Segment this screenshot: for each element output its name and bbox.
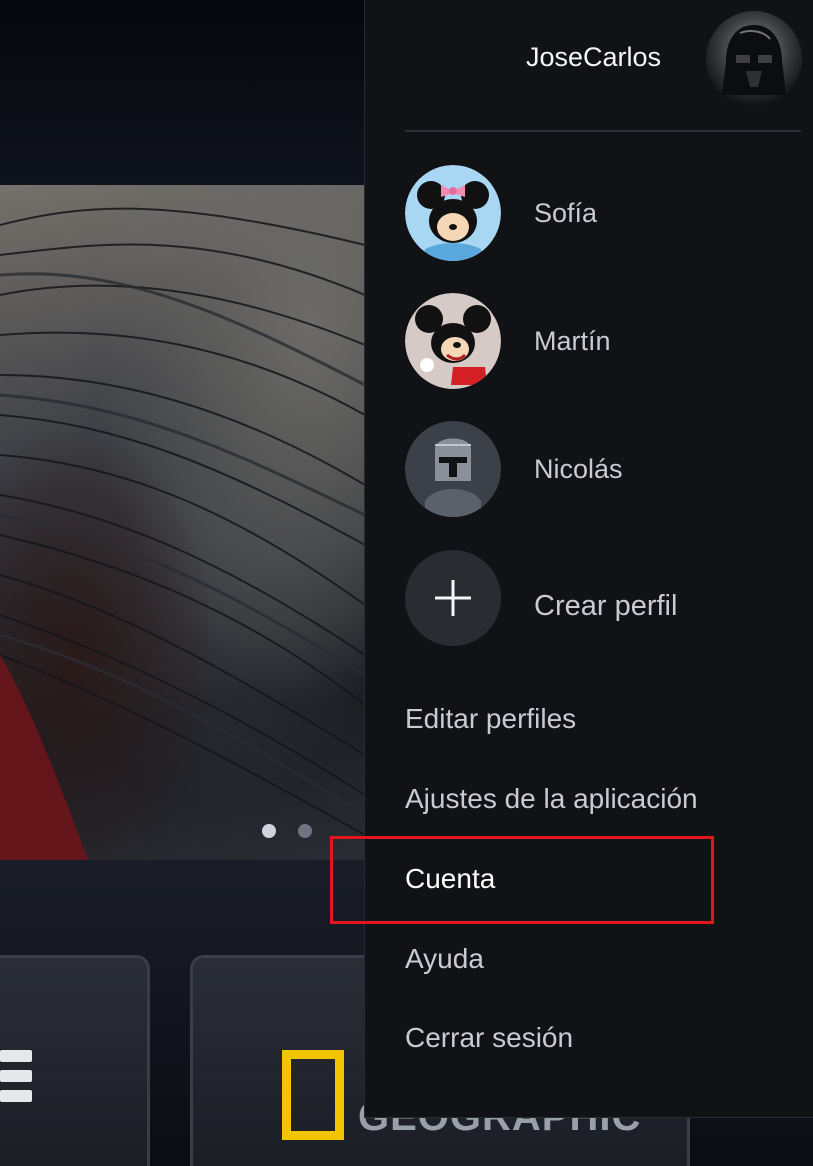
menu-item-help[interactable]: Ayuda (405, 943, 484, 975)
menu-divider (405, 130, 801, 132)
national-geographic-logo-icon (282, 1050, 344, 1140)
brand-logo-icon (0, 1050, 32, 1120)
carousel-dot-active[interactable] (262, 824, 276, 838)
menu-item-logout[interactable]: Cerrar sesión (405, 1022, 573, 1054)
carousel-dot[interactable] (298, 824, 312, 838)
carousel-indicators (262, 824, 312, 838)
plus-icon (435, 580, 471, 616)
mickey-mouse-avatar-icon[interactable] (405, 293, 501, 389)
menu-item-edit-profiles[interactable]: Editar perfiles (405, 703, 576, 735)
profile-name-sofia[interactable]: Sofía (534, 198, 597, 229)
minnie-mouse-avatar-icon[interactable] (405, 165, 501, 261)
hero-banner-image[interactable] (0, 185, 365, 865)
create-profile-button[interactable] (405, 550, 501, 646)
mandalorian-avatar-icon[interactable] (405, 421, 501, 517)
app-screen: GEOGRAPHIC JoseCarlos Sofía (0, 0, 813, 1166)
profile-name-martin[interactable]: Martín (534, 326, 611, 357)
hero-hair-artwork (0, 207, 365, 865)
darth-vader-avatar-icon[interactable] (706, 11, 802, 107)
highlight-annotation-box (330, 836, 714, 924)
menu-item-app-settings[interactable]: Ajustes de la aplicación (405, 783, 698, 815)
create-profile-label[interactable]: Crear perfil (534, 590, 677, 623)
profile-name-nicolas[interactable]: Nicolás (534, 454, 623, 485)
current-profile-name: JoseCarlos (526, 42, 662, 72)
